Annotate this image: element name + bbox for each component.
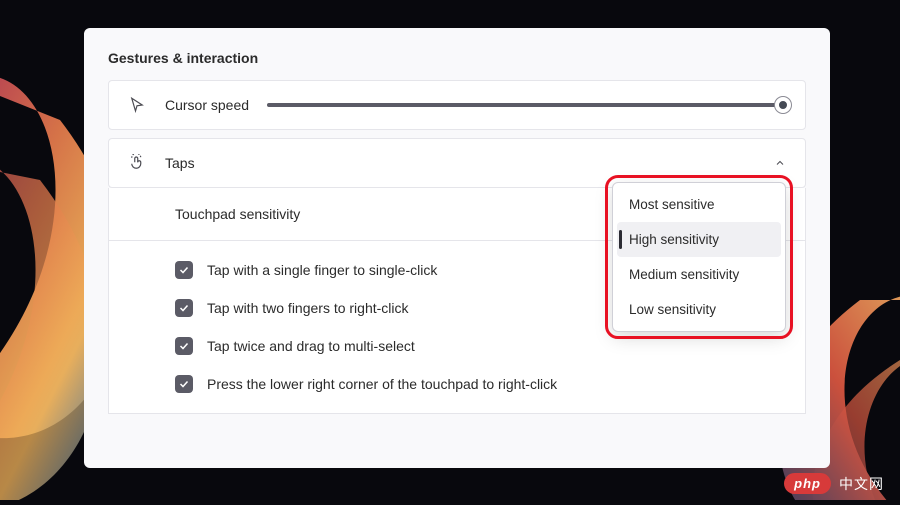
taps-label: Taps — [165, 155, 195, 171]
dropdown-item-high-sensitivity[interactable]: High sensitivity — [617, 222, 781, 257]
checkbox-icon[interactable] — [175, 337, 193, 355]
cursor-speed-label: Cursor speed — [165, 97, 249, 113]
section-title: Gestures & interaction — [108, 50, 806, 66]
cursor-speed-row[interactable]: Cursor speed — [108, 80, 806, 130]
watermark-text: 中文网 — [839, 474, 884, 494]
watermark-badge: php — [784, 473, 831, 494]
cursor-icon — [127, 95, 147, 115]
tap-option[interactable]: Press the lower right corner of the touc… — [175, 365, 787, 403]
checkbox-icon[interactable] — [175, 299, 193, 317]
tap-icon — [127, 153, 147, 173]
sensitivity-dropdown[interactable]: Most sensitive High sensitivity Medium s… — [612, 182, 786, 332]
cursor-speed-slider[interactable] — [267, 95, 787, 115]
tap-option-label: Tap with two fingers to right-click — [207, 300, 409, 316]
tap-option[interactable]: Tap twice and drag to multi-select — [175, 327, 787, 365]
chevron-up-icon — [773, 156, 787, 170]
touchpad-sensitivity-label: Touchpad sensitivity — [175, 206, 300, 222]
checkbox-icon[interactable] — [175, 375, 193, 393]
dropdown-item-low-sensitivity[interactable]: Low sensitivity — [617, 292, 781, 327]
watermark: php 中文网 — [784, 473, 884, 494]
dropdown-item-medium-sensitivity[interactable]: Medium sensitivity — [617, 257, 781, 292]
dropdown-item-most-sensitive[interactable]: Most sensitive — [617, 187, 781, 222]
tap-option-label: Press the lower right corner of the touc… — [207, 376, 557, 392]
tap-option-label: Tap with a single finger to single-click — [207, 262, 437, 278]
slider-thumb[interactable] — [775, 97, 791, 113]
checkbox-icon[interactable] — [175, 261, 193, 279]
taps-row[interactable]: Taps — [108, 138, 806, 188]
tap-option-label: Tap twice and drag to multi-select — [207, 338, 415, 354]
